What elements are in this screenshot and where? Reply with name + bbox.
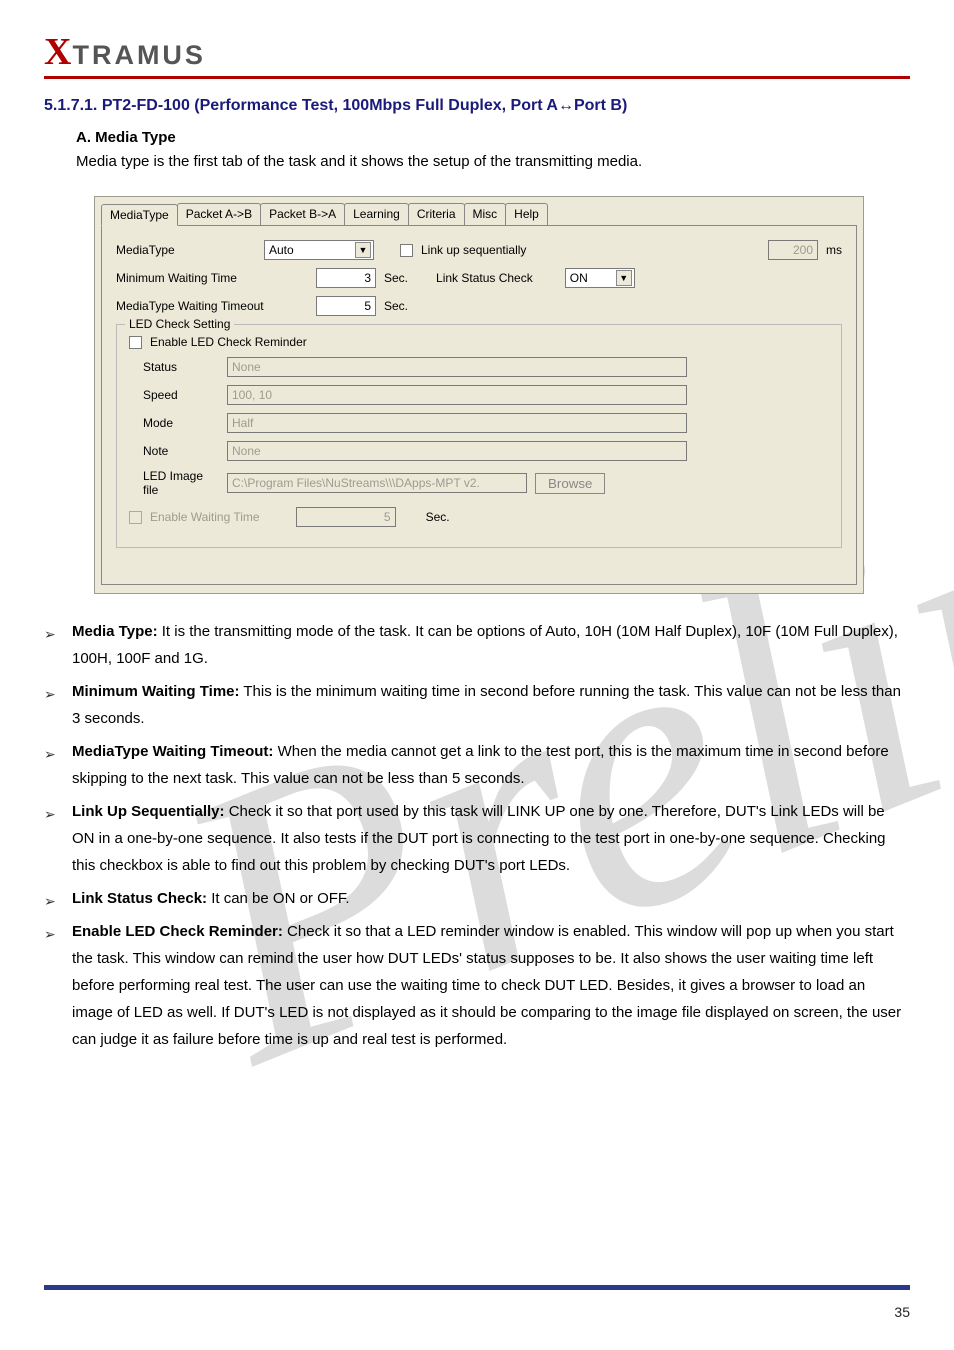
mttimeout-input[interactable]: 5 <box>316 296 376 316</box>
tab-body: MediaType Auto ▼ Link up sequentially 20… <box>101 225 857 585</box>
bullet-label: Link Status Check: <box>72 890 207 907</box>
list-item: ➢ Media Type: It is the transmitting mod… <box>44 618 910 672</box>
bullet-icon: ➢ <box>44 802 58 827</box>
page-number: 35 <box>894 1304 910 1320</box>
tab-misc[interactable]: Misc <box>464 203 507 225</box>
logo: X TRAMUS <box>44 30 910 74</box>
subtitle: A. Media Type <box>76 129 910 146</box>
linkup-label: Link up sequentially <box>421 243 526 257</box>
mttimeout-label: MediaType Waiting Timeout <box>116 299 288 313</box>
mediatype-label: MediaType <box>116 243 256 257</box>
tab-learning[interactable]: Learning <box>344 203 409 225</box>
description: Media type is the first tab of the task … <box>76 150 910 174</box>
footer-rule <box>44 1285 910 1290</box>
sec-label-3: Sec. <box>426 510 450 524</box>
chevron-down-icon[interactable]: ▼ <box>355 242 371 258</box>
list-item: ➢ Link Up Sequentially: Check it so that… <box>44 798 910 879</box>
led-group-legend: LED Check Setting <box>125 317 234 331</box>
minwait-input[interactable]: 3 <box>316 268 376 288</box>
double-arrow-icon: ↔ <box>558 97 574 114</box>
list-item: ➢ Minimum Waiting Time: This is the mini… <box>44 678 910 732</box>
note-input: None <box>227 441 687 461</box>
bullet-icon: ➢ <box>44 922 58 947</box>
ms-label: ms <box>826 243 842 257</box>
bullet-text: It is the transmitting mode of the task.… <box>72 623 898 667</box>
enable-led-label: Enable LED Check Reminder <box>150 335 307 349</box>
mode-input: Half <box>227 413 687 433</box>
list-item: ➢ Enable LED Check Reminder: Check it so… <box>44 918 910 1053</box>
sec-label-2: Sec. <box>384 299 408 313</box>
section-heading: 5.1.7.1. PT2-FD-100 (Performance Test, 1… <box>44 97 910 115</box>
heading-suffix: Port B) <box>574 97 627 114</box>
bullet-text-rest: -by-one sequence. It also tests if the D… <box>72 830 886 874</box>
bullet-label: Enable LED Check Reminder: <box>72 923 283 940</box>
minwait-label: Minimum Waiting Time <box>116 271 256 285</box>
header-rule <box>44 76 910 79</box>
enable-led-checkbox[interactable] <box>129 336 142 349</box>
bullet-label: Media Type: <box>72 623 158 640</box>
note-label: Note <box>129 444 219 458</box>
speed-input: 100, 10 <box>227 385 687 405</box>
enable-waiting-input: 5 <box>296 507 396 527</box>
sec-label-1: Sec. <box>384 271 408 285</box>
bullet-label: MediaType Waiting Timeout: <box>72 743 273 760</box>
mode-label: Mode <box>129 416 219 430</box>
bullet-text: It can be ON or OFF. <box>207 890 350 907</box>
logo-x: X <box>44 30 70 74</box>
chevron-down-icon[interactable]: ▼ <box>616 270 632 286</box>
bullet-icon: ➢ <box>44 889 58 914</box>
tab-criteria[interactable]: Criteria <box>408 203 465 225</box>
tab-mediatype[interactable]: MediaType <box>101 204 178 226</box>
bullet-icon: ➢ <box>44 682 58 707</box>
status-label: Status <box>129 360 219 374</box>
list-item: ➢ Link Status Check: It can be ON or OFF… <box>44 885 910 912</box>
linkstatus-select[interactable]: ON ▼ <box>565 268 635 288</box>
heading-prefix: PT2-FD-100 (Performance Test, 100Mbps Fu… <box>102 97 558 114</box>
logo-text: TRAMUS <box>72 40 206 71</box>
linkup-checkbox[interactable] <box>400 244 413 257</box>
bullet-label: Link Up Sequentially: <box>72 803 225 820</box>
tab-strip: MediaType Packet A->B Packet B->A Learni… <box>95 197 863 225</box>
bullet-icon: ➢ <box>44 742 58 767</box>
linkstatus-label: Link Status Check <box>436 271 533 285</box>
mediatype-select[interactable]: Auto ▼ <box>264 240 374 260</box>
tab-help[interactable]: Help <box>505 203 548 225</box>
enable-waiting-label: Enable Waiting Time <box>150 510 260 524</box>
linkup-ms-input: 200 <box>768 240 818 260</box>
ledfile-input: C:\Program Files\NuStreams\\\DApps-MPT v… <box>227 473 527 493</box>
tab-packet-ab[interactable]: Packet A->B <box>177 203 261 225</box>
browse-button[interactable]: Browse <box>535 473 605 494</box>
heading-number: 5.1.7.1. <box>44 97 97 114</box>
enable-waiting-checkbox <box>129 511 142 524</box>
status-input: None <box>227 357 687 377</box>
led-check-group: LED Check Setting Enable LED Check Remin… <box>116 324 842 548</box>
ledfile-label: LED Image file <box>129 469 219 497</box>
settings-window: MediaType Packet A->B Packet B->A Learni… <box>94 196 864 594</box>
speed-label: Speed <box>129 388 219 402</box>
bullet-icon: ➢ <box>44 622 58 647</box>
tab-packet-ba[interactable]: Packet B->A <box>260 203 345 225</box>
bullet-label: Minimum Waiting Time: <box>72 683 240 700</box>
list-item: ➢ MediaType Waiting Timeout: When the me… <box>44 738 910 792</box>
linkstatus-value: ON <box>570 271 588 285</box>
mediatype-value: Auto <box>269 243 294 257</box>
